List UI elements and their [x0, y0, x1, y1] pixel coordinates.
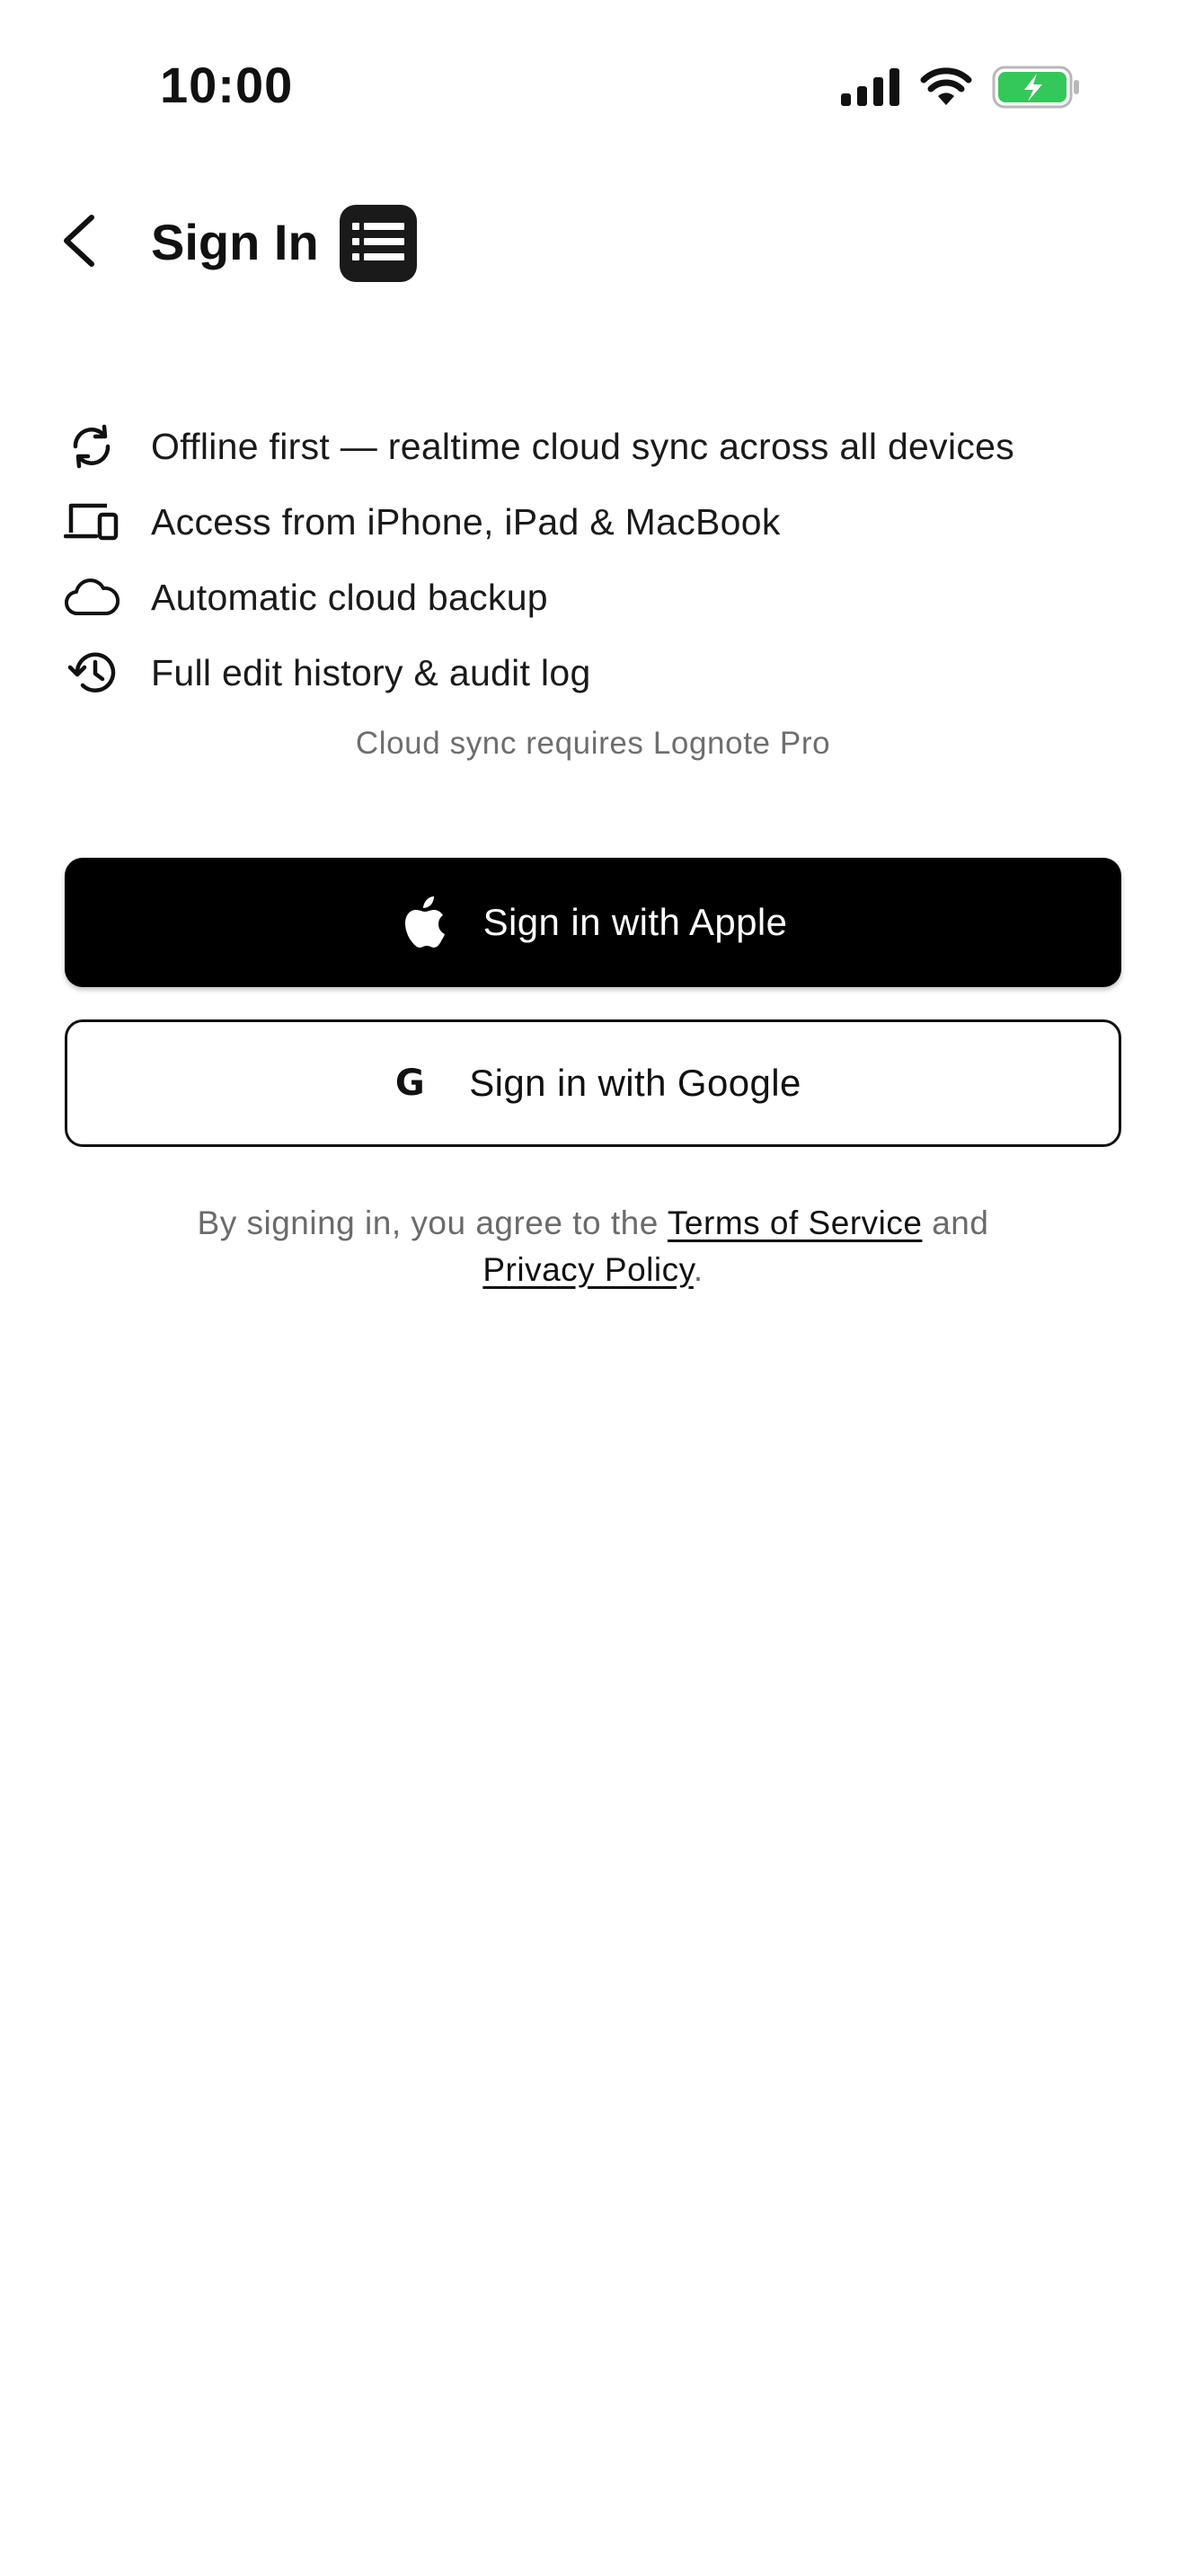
feature-list: Offline first — realtime cloud sync acro… [63, 409, 1141, 710]
cloud-icon [63, 569, 120, 626]
google-button-label: Sign in with Google [469, 1062, 801, 1104]
wifi-icon [920, 67, 972, 107]
legal-middle: and [932, 1204, 989, 1241]
status-time: 10:00 [160, 57, 294, 113]
apple-icon [399, 896, 449, 948]
feature-text: Automatic cloud backup [151, 576, 548, 618]
sign-in-with-apple-button[interactable]: Sign in with Apple [65, 858, 1121, 987]
status-icons [841, 65, 1080, 110]
feature-item-cloud: Automatic cloud backup [63, 560, 1141, 635]
legal-suffix: . [693, 1251, 704, 1288]
back-button[interactable] [43, 207, 115, 278]
pro-requirement-note: Cloud sync requires Lognote Pro [355, 726, 831, 761]
sync-icon [63, 418, 120, 475]
battery-charging-icon [992, 66, 1080, 109]
legal-notice: By signing in, you agree to the Terms of… [0, 1200, 1186, 1293]
status-bar: 10:00 [0, 0, 1186, 171]
cellular-signal-icon [841, 68, 900, 106]
app-logo [340, 205, 417, 282]
chevron-left-icon [59, 214, 99, 272]
feature-item-sync: Offline first — realtime cloud sync acro… [63, 409, 1141, 484]
header: Sign In [0, 198, 1186, 287]
legal-prefix: By signing in, you agree to the [197, 1204, 659, 1241]
feature-text: Access from iPhone, iPad & MacBook [151, 500, 781, 543]
terms-of-service-link[interactable]: Terms of Service [668, 1204, 923, 1241]
feature-text: Offline first — realtime cloud sync acro… [151, 425, 1015, 467]
list-icon [352, 221, 404, 267]
feature-text: Full edit history & audit log [151, 651, 591, 693]
feature-item-devices: Access from iPhone, iPad & MacBook [63, 484, 1141, 560]
feature-item-history: Full edit history & audit log [63, 635, 1141, 710]
google-icon: G [385, 1058, 435, 1108]
privacy-policy-link[interactable]: Privacy Policy [482, 1251, 694, 1288]
page-title: Sign In [151, 214, 319, 270]
history-icon [63, 644, 120, 701]
google-icon-glyph: G [394, 1063, 425, 1104]
devices-icon [63, 493, 120, 551]
apple-button-label: Sign in with Apple [482, 901, 788, 943]
sign-in-with-google-button[interactable]: G Sign in with Google [65, 1019, 1121, 1147]
